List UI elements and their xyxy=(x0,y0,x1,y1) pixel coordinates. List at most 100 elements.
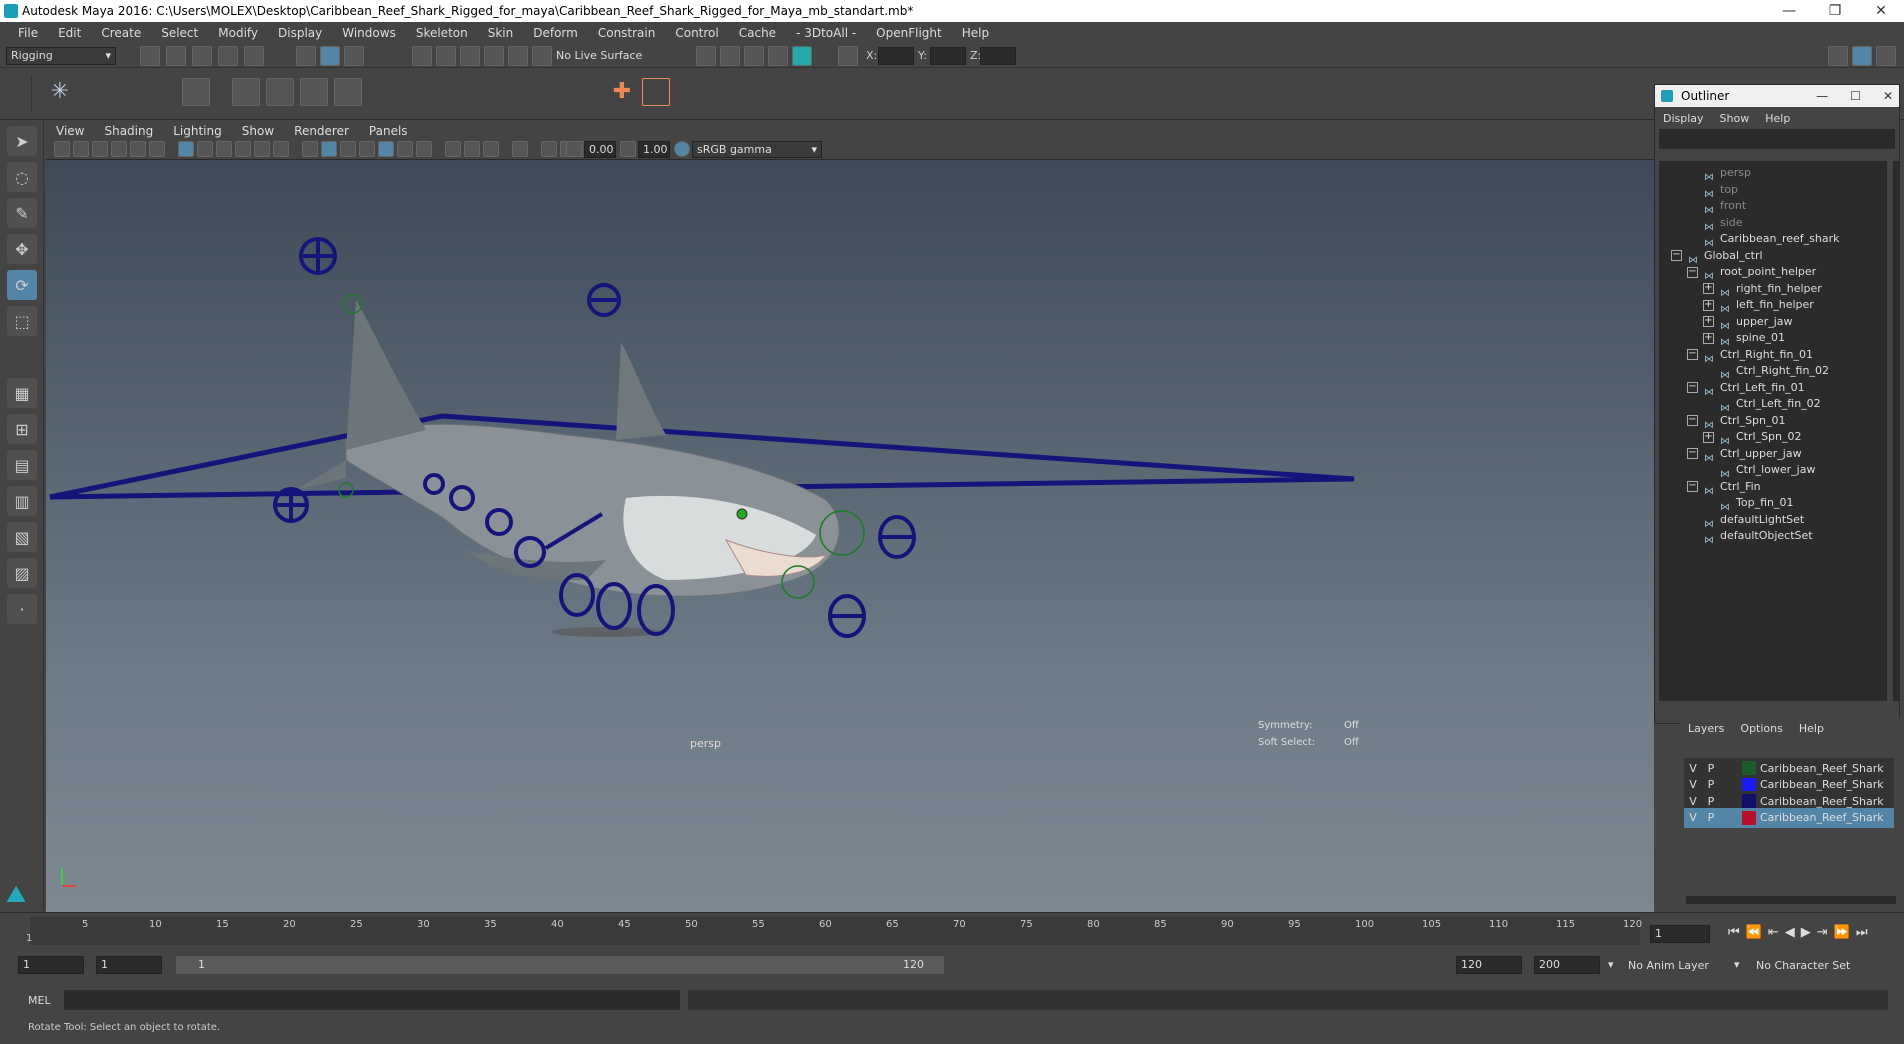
preferences-icon[interactable] xyxy=(1884,956,1902,974)
gamma-icon[interactable] xyxy=(620,141,636,157)
undo-icon[interactable] xyxy=(218,46,238,66)
go-to-end-icon[interactable]: ⏭ xyxy=(1856,925,1868,940)
bind-skin-icon[interactable] xyxy=(182,78,210,106)
aim-constraint-icon[interactable] xyxy=(420,78,448,106)
go-to-start-icon[interactable]: ⏮ xyxy=(1728,925,1740,940)
menu-0[interactable]: File xyxy=(8,26,48,40)
layers-menu-0[interactable]: Layers xyxy=(1680,722,1732,735)
xray-icon[interactable] xyxy=(445,141,461,157)
backface-culling-icon[interactable] xyxy=(483,141,499,157)
expand-icon[interactable]: + xyxy=(1703,299,1714,311)
range-slider[interactable]: 1 120 xyxy=(176,956,944,974)
outliner-menu-2[interactable]: Help xyxy=(1757,112,1798,125)
image-plane-icon[interactable] xyxy=(111,141,127,157)
panel-menu-2[interactable]: Lighting xyxy=(163,124,232,138)
gamma-field[interactable]: 1.00 xyxy=(638,141,670,158)
expand-icon[interactable]: + xyxy=(1703,316,1714,327)
outliner-tree[interactable]: ⋈ persp ⋈ top ⋈ front ⋈ side ⋈ Caribbean_reef_sha… xyxy=(1659,161,1887,701)
scale-tool-icon[interactable]: ⬚ xyxy=(7,306,37,336)
expand-icon[interactable]: + xyxy=(1703,283,1714,294)
menu-12[interactable]: Cache xyxy=(729,26,786,40)
channel-box-icon[interactable] xyxy=(1828,46,1848,66)
menu-7[interactable]: Skeleton xyxy=(406,26,478,40)
minimize-icon[interactable]: — xyxy=(1816,85,1828,107)
isolate-select-icon[interactable] xyxy=(512,141,528,157)
layer-visibility-toggle[interactable]: V xyxy=(1684,778,1702,791)
save-scene-icon[interactable] xyxy=(192,46,212,66)
menu-3[interactable]: Select xyxy=(151,26,208,40)
step-back-frame-icon[interactable]: ⇤ xyxy=(1768,925,1779,940)
persp-outliner-layout-icon[interactable]: ▤ xyxy=(7,450,37,480)
motion-blur-icon[interactable] xyxy=(541,141,557,157)
layer-color-swatch[interactable] xyxy=(1742,794,1756,808)
snap-curve-icon[interactable] xyxy=(436,46,456,66)
menu-10[interactable]: Constrain xyxy=(588,26,666,40)
close-icon[interactable]: ✕ xyxy=(1858,0,1904,22)
parent-constraint-icon[interactable] xyxy=(522,78,550,106)
layer-playback-toggle[interactable]: P xyxy=(1702,811,1720,824)
blendshape-icon[interactable] xyxy=(334,78,362,106)
layer-visibility-toggle[interactable]: V xyxy=(1684,811,1702,824)
auto-key-icon[interactable] xyxy=(1860,956,1878,974)
menu-13[interactable]: - 3DtoAll - xyxy=(786,26,866,40)
step-back-key-icon[interactable]: ⏪ xyxy=(1746,925,1762,940)
layer-color-swatch[interactable] xyxy=(1742,777,1756,792)
menu-14[interactable]: OpenFlight xyxy=(866,26,952,40)
expand-icon[interactable]: + xyxy=(1703,431,1714,443)
field-chart-icon[interactable] xyxy=(254,141,270,157)
more-layouts-icon[interactable]: · xyxy=(7,594,37,624)
select-component-icon[interactable] xyxy=(344,46,364,66)
restore-icon[interactable]: ❐ xyxy=(1812,0,1858,22)
layer-playback-toggle[interactable]: P xyxy=(1702,795,1720,808)
color-management-icon[interactable] xyxy=(674,141,690,157)
menu-4[interactable]: Modify xyxy=(208,26,268,40)
ik-spline-icon[interactable] xyxy=(148,78,176,106)
menu-1[interactable]: Edit xyxy=(48,26,91,40)
film-gate-icon[interactable] xyxy=(197,141,213,157)
attribute-editor-icon[interactable] xyxy=(1852,46,1872,66)
layer-color-swatch[interactable] xyxy=(1742,761,1756,775)
joint-tool-icon[interactable] xyxy=(80,78,108,106)
smooth-shade-icon[interactable] xyxy=(321,141,337,157)
snap-grid-icon[interactable] xyxy=(412,46,432,66)
maximize-icon[interactable]: ☐ xyxy=(1850,85,1861,107)
paint-select-icon[interactable]: ✎ xyxy=(7,198,37,228)
panel-menu-4[interactable]: Renderer xyxy=(284,124,359,138)
single-perspective-layout-icon[interactable]: ▦ xyxy=(7,378,37,408)
menu-6[interactable]: Windows xyxy=(332,26,406,40)
step-forward-key-icon[interactable]: ⏩ xyxy=(1834,925,1850,940)
new-scene-icon[interactable] xyxy=(140,46,160,66)
pole-vector-icon[interactable] xyxy=(556,78,584,106)
outliner-vertical-scrollbar[interactable] xyxy=(1893,161,1899,701)
hypershade-icon[interactable] xyxy=(792,46,812,66)
x-field[interactable] xyxy=(878,47,914,65)
layer-color-swatch[interactable] xyxy=(1742,810,1756,825)
ik-handle-icon[interactable] xyxy=(114,78,142,106)
collapse-icon[interactable]: − xyxy=(1687,448,1698,459)
exposure-icon[interactable] xyxy=(566,141,582,157)
render-view-icon[interactable] xyxy=(696,46,716,66)
menu-5[interactable]: Display xyxy=(268,26,332,40)
close-icon[interactable]: ✕ xyxy=(1883,85,1893,107)
rotate-tool-icon[interactable]: ⟳ xyxy=(7,270,37,300)
locator-icon[interactable]: ✳ xyxy=(46,78,74,106)
minimize-icon[interactable]: — xyxy=(1766,0,1812,22)
menu-8[interactable]: Skin xyxy=(478,26,524,40)
chevron-down-icon[interactable]: ▾ xyxy=(1608,958,1614,971)
make-live-icon[interactable] xyxy=(532,46,552,66)
panel-menu-1[interactable]: Shading xyxy=(94,124,163,138)
textured-icon[interactable] xyxy=(378,141,394,157)
move-layer-up-icon[interactable] xyxy=(1800,740,1816,754)
anim-layer-label[interactable]: No Anim Layer xyxy=(1628,959,1709,972)
chevron-down-icon[interactable]: ▾ xyxy=(1734,958,1740,971)
layers-menu-1[interactable]: Options xyxy=(1732,722,1790,735)
play-forwards-icon[interactable]: ▶ xyxy=(1801,925,1811,940)
layer-playback-toggle[interactable]: P xyxy=(1702,762,1720,775)
ambient-occlusion-icon[interactable] xyxy=(416,141,432,157)
bookmark-icon[interactable] xyxy=(92,141,108,157)
perspective-viewport[interactable]: persp Symmetry: Off Soft Select: Off xyxy=(46,160,1654,912)
layers-menu-2[interactable]: Help xyxy=(1791,722,1832,735)
character-set-label[interactable]: No Character Set xyxy=(1756,959,1850,972)
camera-attributes-icon[interactable] xyxy=(73,141,89,157)
y-field[interactable] xyxy=(930,47,966,65)
